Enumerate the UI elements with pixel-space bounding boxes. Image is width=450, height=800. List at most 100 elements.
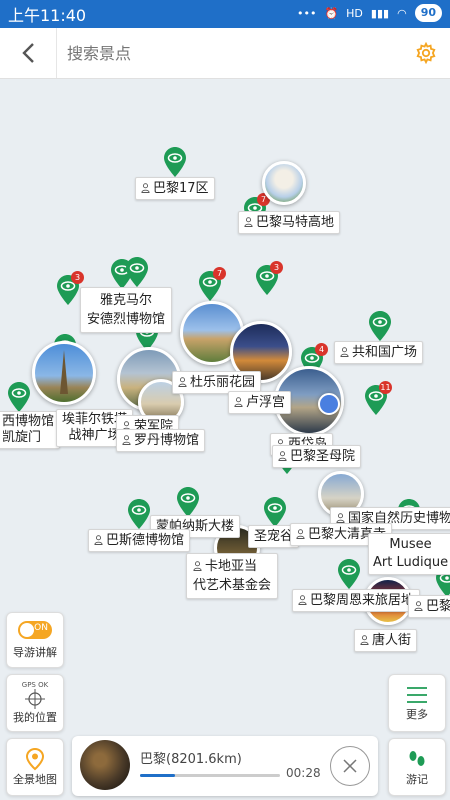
pin-badge: 3 xyxy=(71,271,84,284)
poi-label-text: 雅克马尔 xyxy=(100,293,153,308)
pin-badge: 3 xyxy=(270,261,283,274)
person-icon xyxy=(278,451,287,461)
poi-label[interactable]: 雅克马尔安德烈博物馆 xyxy=(80,287,173,333)
person-icon xyxy=(234,397,243,407)
poi-label-text: 巴黎周恩来旅居地 xyxy=(310,593,415,608)
person-icon xyxy=(94,535,103,545)
poi-label-text: 杜乐丽花园 xyxy=(190,375,256,390)
settings-button[interactable] xyxy=(402,28,450,78)
poi-label[interactable]: 巴黎圣母院 xyxy=(272,445,362,468)
person-icon xyxy=(296,529,305,539)
map-pin[interactable] xyxy=(126,257,148,287)
poi-label[interactable]: 卢浮宫 xyxy=(228,391,292,414)
dots-icon: ••• xyxy=(296,6,317,20)
person-icon xyxy=(141,183,150,193)
person-icon xyxy=(193,561,202,571)
map-view[interactable]: 7 3 7 3 4 14 11 13 巴黎17区 巴黎马特高地 雅克马尔安德烈博… xyxy=(0,79,450,800)
poi-label[interactable]: 巴黎 xyxy=(408,595,450,618)
close-player-button[interactable] xyxy=(330,746,370,786)
menu-icon xyxy=(407,687,427,703)
poi-label[interactable]: 罗丹博物馆 xyxy=(116,429,206,452)
journal-button[interactable]: 游记 xyxy=(388,738,446,796)
poi-label-text: 安德烈博物馆 xyxy=(87,312,166,327)
wifi-icon: ◠ xyxy=(397,6,407,20)
crosshair-icon xyxy=(25,689,45,709)
poi-label-text: 巴斯德博物馆 xyxy=(106,533,185,548)
close-icon xyxy=(343,759,357,773)
location-label: 我的位置 xyxy=(13,711,57,724)
person-icon xyxy=(122,435,131,445)
pin-badge: 4 xyxy=(315,343,328,356)
sacre-coeur-photo[interactable] xyxy=(262,161,306,205)
network-type: HD xyxy=(346,6,363,20)
guide-toggle-panel[interactable]: ON 导游讲解 xyxy=(6,612,64,668)
poi-label[interactable]: 巴黎马特高地 xyxy=(238,211,341,234)
eiffel-icon xyxy=(60,350,68,394)
map-pin[interactable] xyxy=(338,559,360,589)
more-label: 更多 xyxy=(406,708,428,721)
player-progress-track[interactable] xyxy=(140,774,280,777)
person-icon xyxy=(414,601,423,611)
guide-toggle[interactable]: ON xyxy=(18,620,52,639)
eiffel-tower-photo[interactable] xyxy=(32,341,96,405)
poi-label-text: 卢浮宫 xyxy=(246,395,286,410)
person-icon xyxy=(178,377,187,387)
fullmap-button[interactable]: 全景地图 xyxy=(6,738,64,796)
poi-label[interactable]: 共和国广场 xyxy=(334,341,424,364)
poi-label-text: Musee xyxy=(389,537,432,552)
poi-label-text: 巴黎马特高地 xyxy=(256,215,335,230)
toggle-state: ON xyxy=(34,622,48,633)
battery-indicator: 90 xyxy=(414,4,442,22)
gear-icon xyxy=(416,42,436,64)
status-time: 上午11:40 xyxy=(8,6,87,25)
poi-label-text: 代艺术基金会 xyxy=(193,578,272,593)
map-pin[interactable] xyxy=(8,382,30,412)
person-icon xyxy=(340,347,349,357)
person-icon xyxy=(244,217,253,227)
footprints-icon xyxy=(409,751,425,766)
current-location-dot xyxy=(318,393,340,415)
poi-label-text: 圣宠谷 xyxy=(254,529,294,544)
poi-label-text: 西博物馆 xyxy=(2,414,55,429)
map-pin[interactable] xyxy=(177,487,199,517)
poi-label-text: 巴黎 xyxy=(426,599,450,614)
map-pin[interactable] xyxy=(128,499,150,529)
poi-label-text: 凯旋门 xyxy=(2,430,42,445)
poi-label[interactable]: 西博物馆 凯旋门 xyxy=(0,411,61,449)
poi-label[interactable]: Musee Art Ludique xyxy=(368,533,450,575)
poi-label-text: 战神广场 xyxy=(68,428,121,443)
poi-label[interactable]: 巴斯德博物馆 xyxy=(88,529,191,552)
poi-label[interactable]: 巴黎17区 xyxy=(135,177,215,200)
poi-label-text: Art Ludique xyxy=(373,555,449,570)
person-icon xyxy=(298,595,307,605)
person-icon xyxy=(336,513,345,523)
poi-label-text: 罗丹博物馆 xyxy=(134,433,200,448)
pin-badge: 11 xyxy=(379,381,392,394)
gps-status: GPS OK xyxy=(21,681,49,689)
status-bar: 上午11:40 ••• ⏰ HD ▮▮▮ ◠ 90 xyxy=(0,0,450,28)
map-pin[interactable] xyxy=(164,147,186,177)
player-time: 00:28 xyxy=(286,766,321,780)
audio-player[interactable]: 巴黎(8201.6km) 00:28 xyxy=(72,736,378,796)
poi-label-text: 巴黎圣母院 xyxy=(290,449,356,464)
back-icon xyxy=(22,43,34,63)
map-pin[interactable] xyxy=(369,311,391,341)
poi-label[interactable]: 唐人街 xyxy=(354,629,418,652)
poi-label[interactable]: 巴黎周恩来旅居地 xyxy=(292,589,421,612)
signal-icon: ▮▮▮ xyxy=(370,6,390,20)
status-icons: ••• ⏰ HD ▮▮▮ ◠ 90 xyxy=(297,4,442,22)
poi-label-text: 唐人街 xyxy=(372,633,412,648)
search-bar xyxy=(0,28,450,79)
map-pin[interactable] xyxy=(264,497,286,527)
poi-label-text: 巴黎17区 xyxy=(153,181,209,196)
player-progress-fill xyxy=(140,774,175,777)
search-input[interactable] xyxy=(57,42,402,64)
poi-label[interactable]: 卡地亚当 代艺术基金会 xyxy=(186,553,279,599)
fullmap-label: 全景地图 xyxy=(13,773,57,786)
my-location-button[interactable]: GPS OK 我的位置 xyxy=(6,674,64,732)
journal-label: 游记 xyxy=(406,773,428,786)
pin-badge: 7 xyxy=(213,267,226,280)
more-button[interactable]: 更多 xyxy=(388,674,446,732)
back-button[interactable] xyxy=(0,28,57,78)
poi-label-text: 共和国广场 xyxy=(352,345,418,360)
